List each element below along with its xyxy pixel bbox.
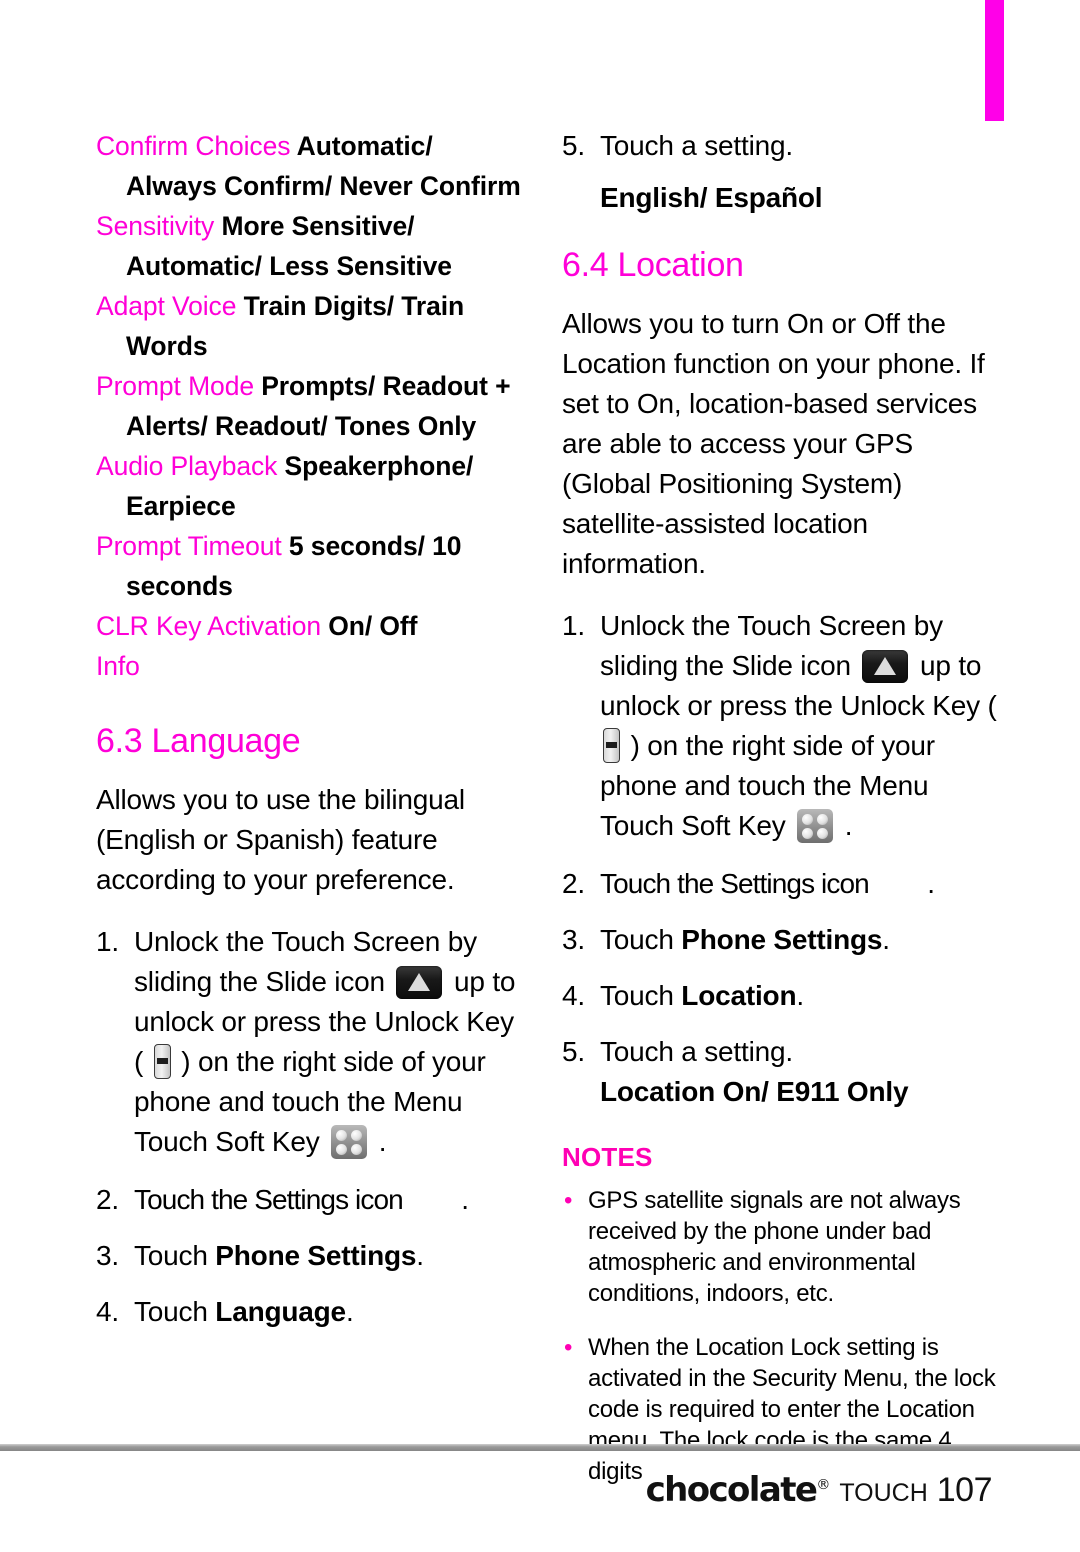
- step-text-part: .: [453, 1184, 469, 1215]
- continued-step-list: 5. Touch a setting.: [562, 126, 1007, 166]
- note-item: • When the Location Lock setting is acti…: [562, 1332, 1007, 1487]
- step-text-part: Touch: [600, 980, 682, 1011]
- right-column: 5. Touch a setting. English/ Español 6.4…: [562, 126, 1007, 1487]
- step-text-part: .: [796, 980, 804, 1011]
- step-item: 2. Touch the Settings icon .: [562, 864, 1007, 904]
- step-text-part: .: [919, 868, 935, 899]
- setting-values: English/ Español: [600, 182, 823, 213]
- brand-name: chocolate: [645, 1470, 818, 1510]
- menu-option-row: Prompt Timeout 5 seconds/ 10 seconds: [96, 526, 526, 606]
- unlock-key-icon: [603, 728, 620, 763]
- step-number: 3.: [96, 1240, 119, 1271]
- slide-icon: [396, 966, 443, 999]
- menu-option-row: Sensitivity More Sensitive/ Automatic/ L…: [96, 206, 526, 286]
- step-text-part: .: [345, 1296, 354, 1327]
- section-description: Allows you to use the bilingual (English…: [96, 784, 465, 895]
- step-item: 4. Touch Location.: [562, 976, 1007, 1016]
- menu-option-label: Prompt Mode: [96, 371, 254, 401]
- footer-divider: [0, 1444, 1080, 1451]
- menu-option-row: Prompt Mode Prompts/ Readout + Alerts/ R…: [96, 366, 526, 446]
- step-number: 3.: [562, 924, 585, 955]
- note-text: GPS satellite signals are not always rec…: [588, 1187, 961, 1307]
- left-column: Confirm Choices Automatic/ Always Confir…: [96, 126, 526, 1332]
- section-description: Allows you to turn On or Off the Locatio…: [562, 308, 985, 579]
- step-item: 2. Touch the Settings icon .: [96, 1180, 526, 1220]
- note-text: When the Location Lock setting is activa…: [588, 1334, 996, 1485]
- step-number: 1.: [96, 926, 119, 957]
- step-text-part: Touch the Settings icon: [600, 868, 876, 899]
- registered-mark-icon: ®: [816, 1477, 831, 1493]
- step-item: 1. Unlock the Touch Screen by sliding th…: [562, 606, 1007, 846]
- menu-option-label: CLR Key Activation: [96, 611, 322, 641]
- settings-icon: [876, 869, 920, 897]
- step-number: 5.: [562, 130, 585, 161]
- menu-option-label: Adapt Voice: [96, 291, 237, 321]
- step-item: 5. Touch a setting.: [562, 1032, 1007, 1072]
- step-text-part: .: [371, 1126, 387, 1157]
- menu-option-label: Audio Playback: [96, 451, 278, 481]
- step-text-part: Touch a setting.: [600, 1036, 793, 1067]
- menu-option-label: Sensitivity: [96, 211, 215, 241]
- step-text-part: .: [837, 810, 853, 841]
- step-text-part: Touch: [600, 924, 682, 955]
- page-content: Confirm Choices Automatic/ Always Confir…: [0, 0, 1080, 1485]
- steps-list-location: 1. Unlock the Touch Screen by sliding th…: [562, 606, 1007, 1072]
- step-text-part: .: [416, 1240, 424, 1271]
- menu-option-label: Confirm Choices: [96, 131, 291, 161]
- brand-sub-label: TOUCH: [839, 1479, 928, 1507]
- menu-option-row: Adapt Voice Train Digits/ Train Words: [96, 286, 526, 366]
- bullet-icon: •: [564, 1187, 573, 1214]
- menu-option-label: Prompt Timeout: [96, 531, 282, 561]
- bullet-icon: •: [564, 1334, 573, 1361]
- slide-icon: [862, 650, 909, 683]
- step-number: 5.: [562, 1036, 585, 1067]
- section-heading-language: 6.3 Language: [96, 722, 301, 760]
- step-emphasis: Language: [215, 1296, 346, 1327]
- menu-touch-soft-key-icon: [331, 1125, 368, 1159]
- step-text-part: Touch the Settings icon: [134, 1184, 410, 1215]
- step-number: 1.: [562, 610, 585, 641]
- page-number: 107: [936, 1471, 993, 1509]
- step-text-part: Touch: [134, 1240, 216, 1271]
- notes-list: • GPS satellite signals are not always r…: [562, 1185, 1007, 1487]
- step-text-part: Touch a setting.: [600, 130, 793, 161]
- menu-option-row: Audio Playback Speakerphone/ Earpiece: [96, 446, 526, 526]
- section-heading-location: 6.4 Location: [562, 246, 744, 284]
- step-number: 2.: [562, 868, 585, 899]
- notes-heading: NOTES: [562, 1142, 653, 1172]
- step-item: 1. Unlock the Touch Screen by sliding th…: [96, 922, 526, 1162]
- menu-option-values: On/ Off: [328, 611, 418, 641]
- menu-option-row: Info: [96, 646, 526, 686]
- step-item: 5. Touch a setting.: [562, 126, 1007, 166]
- settings-icon: [410, 1185, 454, 1213]
- step-number: 2.: [96, 1184, 119, 1215]
- step-emphasis: Phone Settings: [681, 924, 883, 955]
- note-item: • GPS satellite signals are not always r…: [562, 1185, 1007, 1309]
- unlock-key-icon: [153, 1044, 171, 1079]
- menu-touch-soft-key-icon: [797, 809, 834, 843]
- setting-values: Location On/ E911 Only: [600, 1076, 909, 1107]
- step-text-part: Touch: [134, 1296, 216, 1327]
- step-item: 4. Touch Language.: [96, 1292, 526, 1332]
- step-emphasis: Phone Settings: [215, 1240, 417, 1271]
- menu-option-row: CLR Key Activation On/ Off: [96, 606, 526, 646]
- steps-list-language: 1. Unlock the Touch Screen by sliding th…: [96, 922, 526, 1332]
- step-item: 3. Touch Phone Settings.: [96, 1236, 526, 1276]
- page-footer: chocolate® TOUCH 107: [646, 1470, 993, 1510]
- step-emphasis: Location: [681, 980, 797, 1011]
- menu-option-label: Info: [96, 651, 140, 681]
- step-number: 4.: [96, 1296, 119, 1327]
- step-number: 4.: [562, 980, 585, 1011]
- step-text-part: ) on the right side of your phone and to…: [134, 1046, 486, 1157]
- step-text-part: .: [882, 924, 890, 955]
- step-item: 3. Touch Phone Settings.: [562, 920, 1007, 960]
- step-text-part: ) on the right side of your phone and to…: [600, 730, 935, 841]
- menu-option-row: Confirm Choices Automatic/ Always Confir…: [96, 126, 526, 206]
- brand-logo: chocolate®: [646, 1470, 831, 1510]
